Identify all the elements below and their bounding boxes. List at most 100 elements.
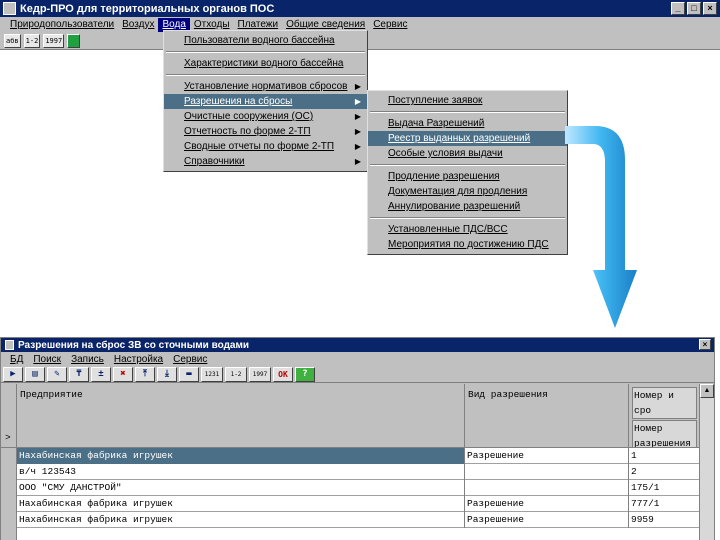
abc-button[interactable]: абв [4, 33, 21, 48]
permits-submenu: Поступление заявок Выдача Разрешений Рее… [367, 90, 568, 255]
sort-numbers-icon[interactable]: 1231 [201, 366, 223, 382]
column-header-number-group[interactable]: Номер и сро Номер разрешения [629, 384, 701, 448]
table-row[interactable]: Нахабинская фабрика игрушек Разрешение 9… [17, 512, 701, 528]
cell-number[interactable]: 9959 [629, 512, 701, 528]
menu-service[interactable]: Сервис [369, 18, 411, 32]
submenu-item-permit-extension[interactable]: Продление разрешения [368, 169, 567, 184]
cell-number[interactable]: 2 [629, 464, 701, 480]
scroll-up-icon[interactable]: ▲ [700, 384, 714, 398]
column-header-enterprise[interactable]: Предприятие [17, 384, 465, 448]
submenu-item-limit-measures[interactable]: Мероприятия по достижению ПДС [368, 237, 567, 252]
menu-separator [370, 217, 565, 219]
submenu-arrow-icon: ▶ [354, 127, 361, 136]
menu-item-discharge-norms[interactable]: Установление нормативов сбросов ▶ [164, 79, 367, 94]
cell-enterprise[interactable]: Нахабинская фабрика игрушек [17, 448, 465, 464]
menu-separator [370, 111, 565, 113]
range-icon[interactable]: 1-2 [225, 366, 247, 382]
child-close-button[interactable]: × [699, 339, 711, 350]
table-row[interactable]: в/ч 123543 2 [17, 464, 701, 480]
marker-icon[interactable]: ▬ [179, 366, 199, 382]
cell-number[interactable]: 175/1 [629, 480, 701, 496]
menu-item-report-2tp[interactable]: Отчетность по форме 2-ТП ▶ [164, 124, 367, 139]
table-row[interactable]: Нахабинская фабрика игрушек Разрешение 1 [17, 448, 701, 464]
filter-icon[interactable]: ₸ [69, 366, 89, 382]
child-toolbar: ▶ ▤ ✎ ₸ ± ✖ ⤒ ⤓ ▬ 1231 1-2 1997 OK ? [1, 366, 714, 383]
year-button[interactable]: 1997 [43, 33, 65, 48]
permits-window: Разрешения на сброс ЗВ со сточными водам… [0, 337, 715, 540]
menu-item-label: Разрешения на сбросы [184, 96, 293, 107]
cell-permit-type[interactable]: Разрешение [465, 448, 629, 464]
menu-item-summary-2tp[interactable]: Сводные отчеты по форме 2-ТП ▶ [164, 139, 367, 154]
column-group-label: Номер и сро [632, 387, 697, 419]
permits-window-title: Разрешения на сброс ЗВ со сточными водам… [18, 339, 250, 351]
menu-users[interactable]: Природопользователи [6, 18, 118, 32]
ok-button[interactable]: OK [273, 366, 293, 382]
submenu-item-issue-permits[interactable]: Выдача Разрешений [368, 116, 567, 131]
column-header-permit-type[interactable]: Вид разрешения [465, 384, 629, 448]
submenu-arrow-icon: ▶ [354, 112, 361, 121]
play-icon[interactable]: ▶ [3, 366, 23, 382]
menu-item-basin-users[interactable]: Пользователи водного бассейна [164, 33, 367, 48]
submenu-item-special-conditions[interactable]: Особые условия выдачи [368, 146, 567, 161]
edit-icon[interactable]: ✎ [47, 366, 67, 382]
child-menu-settings[interactable]: Настройка [109, 354, 168, 365]
window-icon [5, 340, 14, 350]
child-menu-db[interactable]: БД [5, 354, 28, 365]
window-title: Кедр-ПРО для территориальных органов ПОС [20, 2, 275, 15]
menu-air[interactable]: Воздух [118, 18, 158, 32]
cell-enterprise[interactable]: Нахабинская фабрика игрушек [17, 496, 465, 512]
menu-separator [166, 51, 365, 53]
menu-item-label: Сводные отчеты по форме 2-ТП [184, 141, 335, 152]
delete-icon[interactable]: ✖ [113, 366, 133, 382]
menu-item-treatment-facilities[interactable]: Очистные сооружения (ОС) ▶ [164, 109, 367, 124]
table-row[interactable]: Нахабинская фабрика игрушек Разрешение 7… [17, 496, 701, 512]
submenu-item-established-limits[interactable]: Установленные ПДС/ВСС [368, 222, 567, 237]
grid-header: > Предприятие Вид разрешения Номер и сро… [1, 384, 701, 448]
submenu-arrow-icon: ▶ [354, 142, 361, 151]
child-menu-record[interactable]: Запись [66, 354, 109, 365]
help-icon[interactable]: ? [295, 366, 315, 382]
submenu-item-extension-docs[interactable]: Документация для продления [368, 184, 567, 199]
maximize-button[interactable]: □ [687, 2, 701, 15]
child-menubar: БД Поиск Запись Настройка Сервис [1, 352, 714, 366]
cell-enterprise[interactable]: ООО "СМУ ДАНСТРОЙ" [17, 480, 465, 496]
cell-number[interactable]: 777/1 [629, 496, 701, 512]
menu-item-label: Справочники [184, 156, 245, 167]
cell-permit-type[interactable] [465, 480, 629, 496]
submenu-item-applications[interactable]: Поступление заявок [368, 93, 567, 108]
menu-item-references[interactable]: Справочники ▶ [164, 154, 367, 169]
menu-item-label: Отчетность по форме 2-ТП [184, 126, 311, 137]
row-indicator-column [1, 448, 17, 540]
cell-permit-type[interactable]: Разрешение [465, 496, 629, 512]
first-record-icon[interactable]: ⤒ [135, 366, 155, 382]
cell-enterprise[interactable]: Нахабинская фабрика игрушек [17, 512, 465, 528]
last-record-icon[interactable]: ⤓ [157, 366, 177, 382]
current-row-marker: > [5, 432, 11, 443]
submenu-arrow-icon: ▶ [354, 82, 361, 91]
menu-item-discharge-permits[interactable]: Разрешения на сбросы ▶ [164, 94, 367, 109]
form-view-icon[interactable]: ▤ [25, 366, 45, 382]
row-indicator-header: > [1, 384, 17, 448]
year-icon[interactable]: 1997 [249, 366, 271, 382]
exit-door-icon[interactable] [67, 33, 81, 48]
minimize-button[interactable]: _ [671, 2, 685, 15]
vertical-scrollbar[interactable]: ▲ [699, 384, 714, 540]
cell-permit-type[interactable] [465, 464, 629, 480]
app-icon [3, 2, 16, 15]
add-remove-icon[interactable]: ± [91, 366, 111, 382]
child-menu-search[interactable]: Поиск [28, 354, 66, 365]
close-button[interactable]: × [703, 2, 717, 15]
column-header-number: Номер [632, 420, 697, 436]
cell-enterprise[interactable]: в/ч 123543 [17, 464, 465, 480]
cell-number[interactable]: 1 [629, 448, 701, 464]
cell-permit-type[interactable]: Разрешение [465, 512, 629, 528]
menu-separator [166, 74, 365, 76]
range-button[interactable]: 1-2 [23, 33, 41, 48]
curved-arrow-icon [565, 126, 637, 328]
child-menu-service[interactable]: Сервис [168, 354, 212, 365]
submenu-item-permit-registry[interactable]: Реестр выданных разрешений [368, 131, 567, 146]
submenu-item-permit-cancellation[interactable]: Аннулирование разрешений [368, 199, 567, 214]
table-row[interactable]: ООО "СМУ ДАНСТРОЙ" 175/1 [17, 480, 701, 496]
menu-item-basin-characteristics[interactable]: Характеристики водного бассейна [164, 56, 367, 71]
permits-grid: > Предприятие Вид разрешения Номер и сро… [1, 384, 701, 540]
